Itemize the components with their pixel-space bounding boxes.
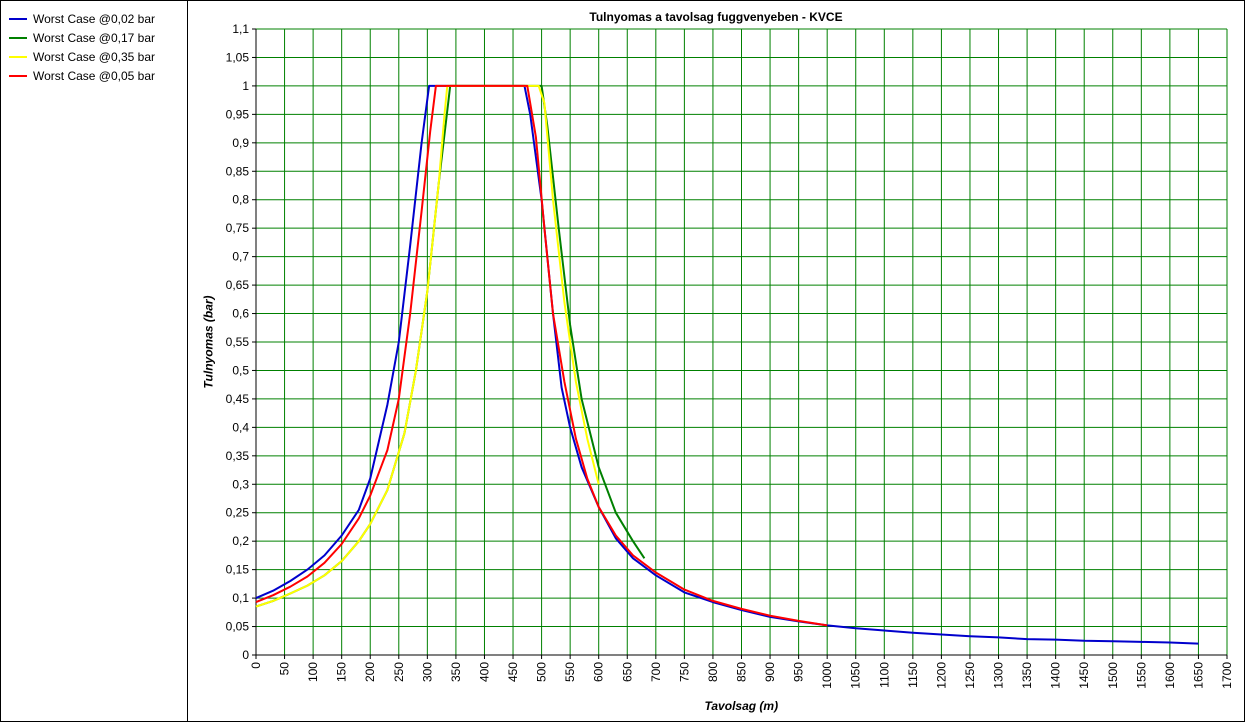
- x-tick-label: 1700: [1220, 662, 1234, 689]
- y-tick-label: 0,3: [232, 477, 249, 491]
- legend-swatch: [9, 56, 27, 58]
- x-tick-label: 1650: [1191, 662, 1205, 689]
- x-tick-label: 1400: [1049, 662, 1063, 689]
- y-tick-label: 0,4: [232, 420, 249, 434]
- x-tick-label: 0: [249, 662, 263, 669]
- legend-item: Worst Case @0,05 bar: [9, 67, 155, 85]
- x-tick-label: 600: [592, 662, 606, 682]
- x-tick-label: 900: [763, 662, 777, 682]
- legend-label: Worst Case @0,02 bar: [33, 12, 156, 26]
- x-tick-label: 1000: [820, 662, 834, 689]
- x-tick-label: 1100: [877, 662, 891, 688]
- chart-svg: 0 0,05 0,1 0,15 0,2 0,25 0,3 0,35 0,4 0,45 0,5 0,55…: [226, 22, 1234, 689]
- x-tick-label: 150: [335, 662, 349, 682]
- legend-item: Worst Case @0,02 bar: [9, 10, 155, 28]
- y-tick-label: 0,15: [226, 563, 250, 577]
- x-tick-label: 650: [620, 662, 634, 682]
- legend-item: Worst Case @0,17 bar: [9, 29, 155, 47]
- x-tick-label: 500: [535, 662, 549, 682]
- x-tick-label: 750: [677, 662, 691, 682]
- y-tick-label: 0,05: [226, 620, 250, 634]
- y-tick-label: 1,05: [226, 50, 250, 64]
- y-tick-label: 0,7: [232, 250, 249, 264]
- x-tick-label: 1050: [849, 662, 863, 689]
- y-tick-label: 0,55: [226, 335, 250, 349]
- x-tick-label: 1200: [934, 662, 948, 689]
- x-tick-label: 1300: [992, 662, 1006, 689]
- y-tick-label: 0,45: [226, 392, 250, 406]
- legend-swatch: [9, 37, 27, 39]
- x-tick-label: 400: [477, 662, 491, 682]
- legend-label: Worst Case @0,05 bar: [33, 69, 156, 83]
- y-tick-label: 0,9: [232, 136, 249, 150]
- x-tick-label: 850: [735, 662, 749, 682]
- x-tick-label: 1450: [1077, 662, 1091, 689]
- x-axis-label: Tavolsag (m): [704, 699, 779, 713]
- y-tick-label: 0,1: [232, 591, 249, 605]
- x-tick-label: 50: [278, 662, 292, 676]
- legend-swatch: [9, 75, 27, 77]
- y-tick-label: 0,5: [232, 363, 249, 377]
- y-tick-label: 1,1: [232, 22, 249, 36]
- x-tick-label: 250: [392, 662, 406, 682]
- y-tick-label: 0,95: [226, 107, 250, 121]
- y-tick-label: 0,8: [232, 193, 249, 207]
- x-tick-label: 950: [792, 662, 806, 682]
- y-tick-label: 0: [242, 648, 249, 662]
- x-tick-label: 350: [449, 662, 463, 682]
- chart-area: 0 0,05 0,1 0,15 0,2 0,25 0,3 0,35 0,4 0,45 0,5 0,55…: [188, 0, 1245, 722]
- x-tick-label: 800: [706, 662, 720, 682]
- x-tick-label: 1500: [1106, 662, 1120, 689]
- x-tick-label: 1150: [906, 662, 920, 688]
- y-tick-label: 0,6: [232, 307, 249, 321]
- y-tick-label: 0,25: [226, 506, 250, 520]
- x-tick-label: 1600: [1163, 662, 1177, 689]
- y-tick-label: 0,75: [226, 221, 250, 235]
- y-axis-label: Tulnyomas (bar): [201, 295, 216, 389]
- x-tick-label: 1350: [1020, 662, 1034, 689]
- chart-title: Tulnyomas a tavolsag fuggvenyeben - KVCE: [589, 10, 843, 24]
- x-tick-label: 550: [563, 662, 577, 682]
- x-tick-label: 300: [420, 662, 434, 682]
- x-tick-label: 700: [649, 662, 663, 682]
- y-tick-label: 0,65: [226, 278, 250, 292]
- legend-label: Worst Case @0,35 bar: [33, 50, 156, 64]
- legend-item: Worst Case @0,35 bar: [9, 48, 155, 66]
- y-tick-label: 0,2: [232, 534, 249, 548]
- x-tick-label: 1250: [963, 662, 977, 689]
- x-tick-label: 450: [506, 662, 520, 682]
- y-tick-label: 0,35: [226, 449, 250, 463]
- y-tick-label: 1: [242, 79, 249, 93]
- x-tick-label: 100: [306, 662, 320, 682]
- x-tick-label: 200: [363, 662, 377, 682]
- legend-label: Worst Case @0,17 bar: [33, 31, 156, 45]
- x-tick-label: 1550: [1134, 662, 1148, 689]
- y-tick-label: 0,85: [226, 164, 250, 178]
- legend: Worst Case @0,02 bar Worst Case @0,17 bar…: [0, 0, 189, 722]
- legend-swatch: [9, 18, 27, 20]
